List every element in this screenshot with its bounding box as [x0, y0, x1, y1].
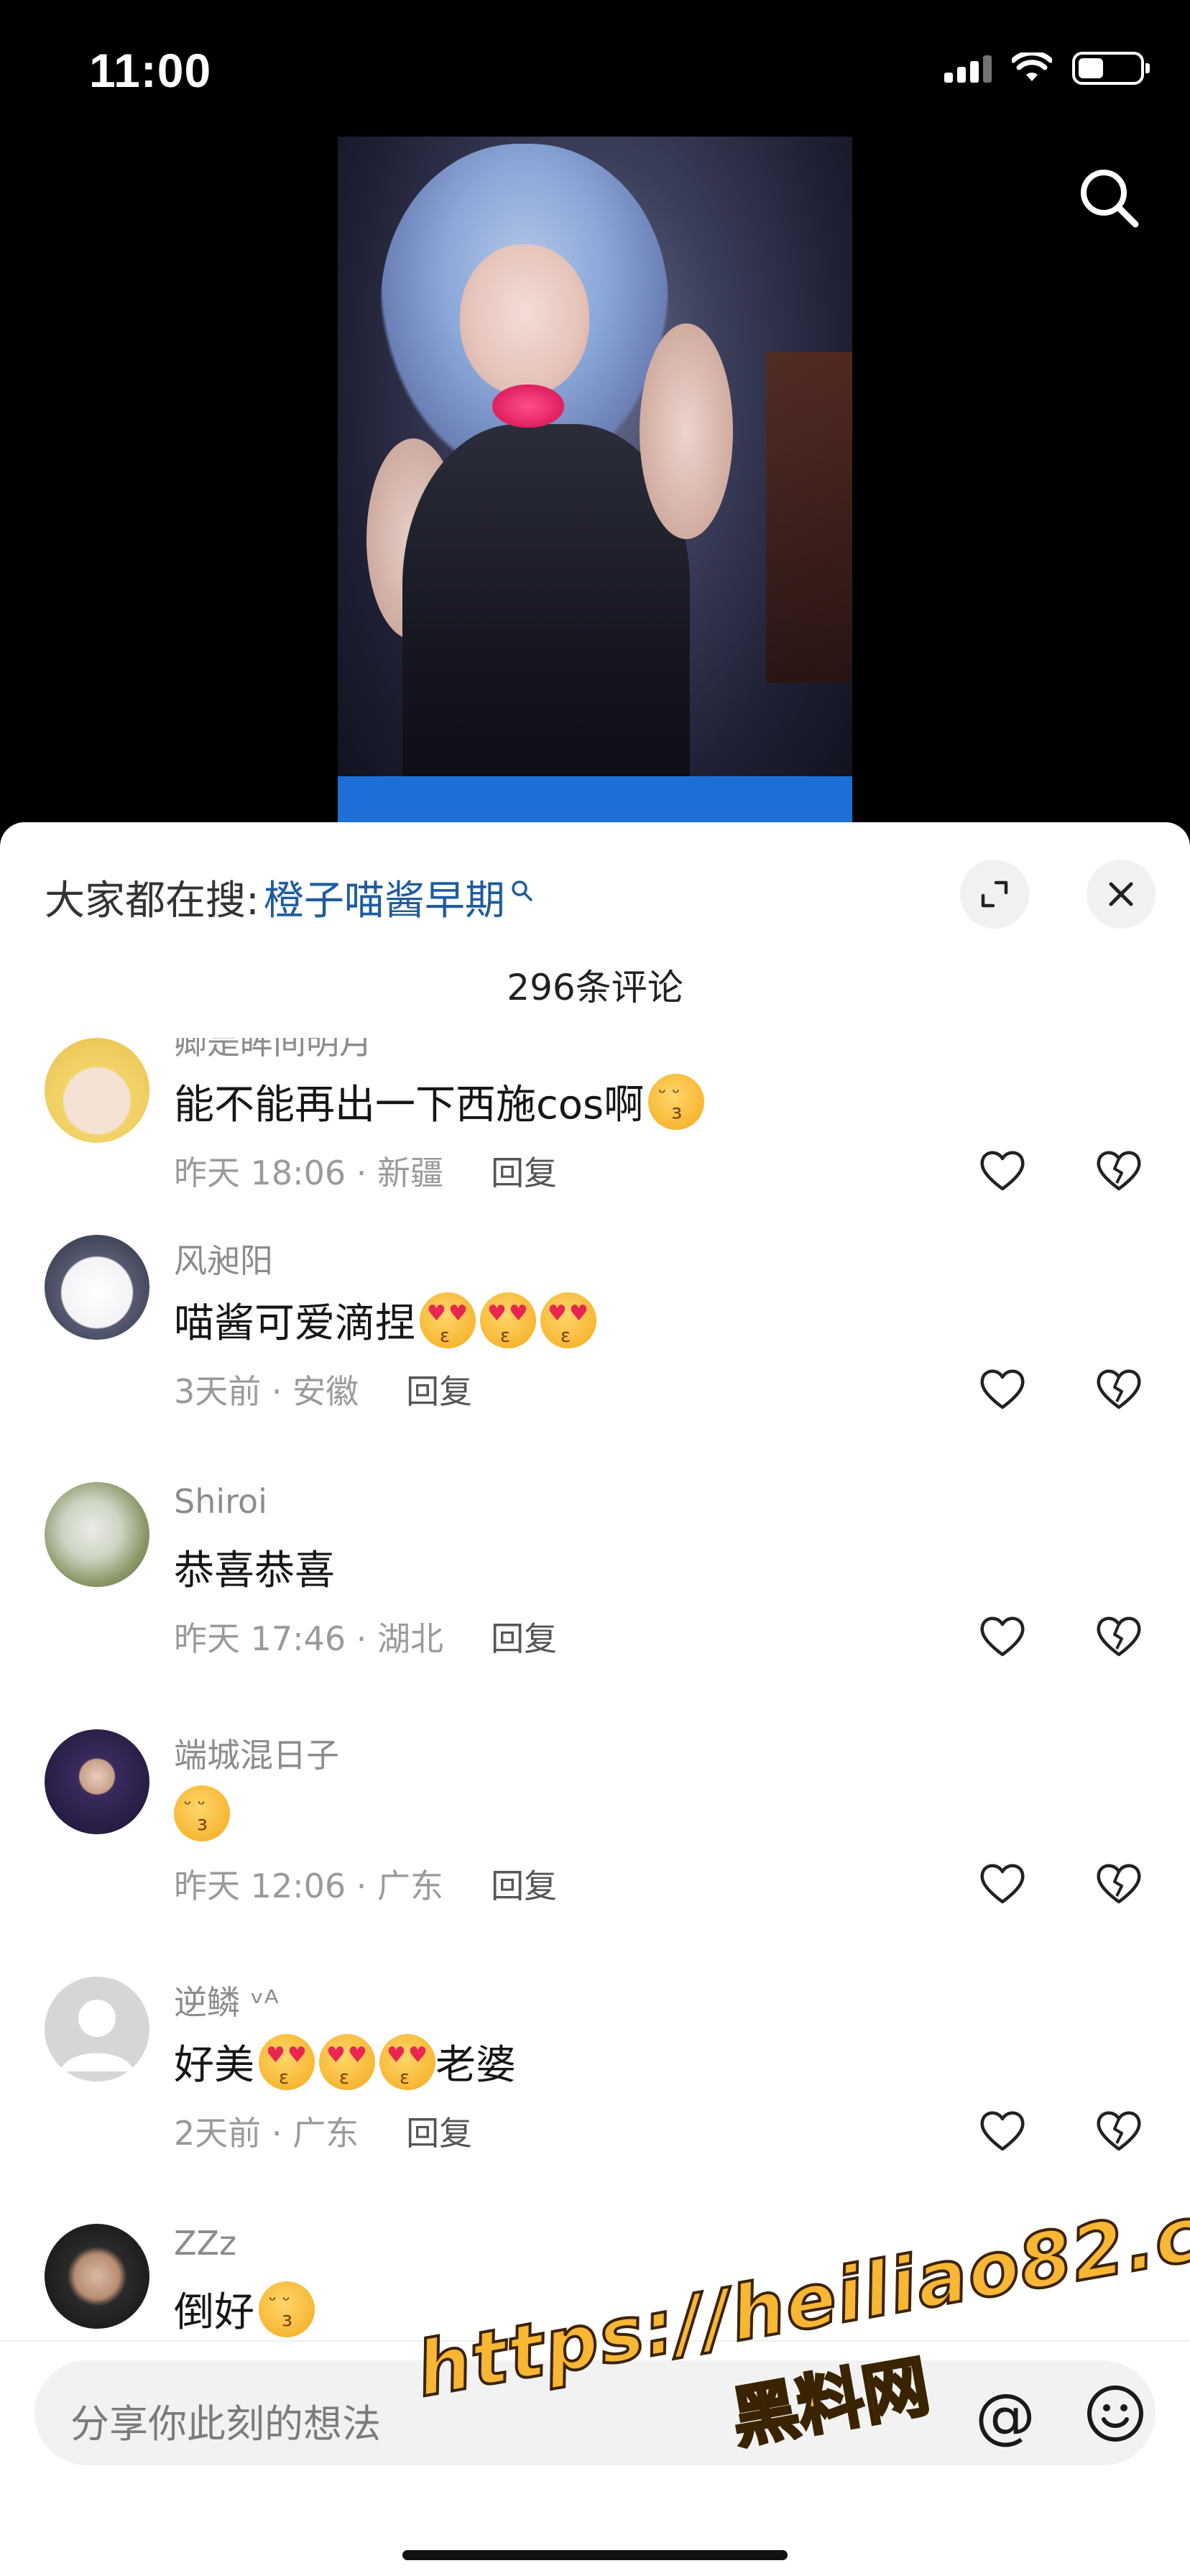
comment-input-bar: 分享你此刻的想法 @ [0, 2340, 1190, 2576]
avatar[interactable] [45, 1729, 149, 1834]
default-user-icon [60, 2000, 134, 2071]
heart-eyes-emoji-icon: ɛ [319, 2033, 375, 2090]
status-bar: 11:00 [0, 0, 1190, 137]
video-figure-arm [640, 323, 733, 539]
heart-eyes-emoji-icon: ɛ [379, 2033, 435, 2090]
comment-text-content: 喵酱可爱滴捏 [174, 1300, 415, 1347]
search-icon [512, 880, 532, 901]
comment-username[interactable]: Shiroi [174, 1482, 267, 1521]
comment-username[interactable]: 风昶阳 [174, 1235, 273, 1282]
like-heart-icon[interactable] [979, 1862, 1026, 1905]
trending-term[interactable]: 橙子喵酱早期 [264, 868, 505, 926]
home-indicator [402, 2550, 788, 2560]
comment-username[interactable]: ZZz [174, 2224, 236, 2263]
comment-item: 逆鳞 ᵛᴬ 好美 ɛ ɛ ɛ 老婆 2天前 · 广东 回复 [0, 1977, 1190, 2224]
expand-icon [981, 880, 1008, 908]
avatar[interactable] [45, 1038, 149, 1143]
kiss-emoji-icon [648, 1073, 705, 1130]
heart-eyes-emoji-icon: ɛ [420, 1292, 476, 1348]
comment-text: 能不能再出一下西施cos啊 [174, 1072, 705, 1131]
like-heart-icon[interactable] [979, 1149, 1026, 1192]
comment-time-location: 昨天 12:06 · 广东 [174, 1867, 444, 1905]
kiss-emoji-icon [259, 2281, 315, 2337]
reply-button[interactable]: 回复 [406, 1366, 472, 1413]
avatar[interactable] [45, 2224, 149, 2329]
comment-time-location: 昨天 17:46 · 湖北 [174, 1619, 444, 1658]
comment-time-location: 昨天 18:06 · 新疆 [174, 1154, 444, 1192]
emoji-picker-icon[interactable] [1085, 2383, 1145, 2444]
comment-username[interactable]: 逆鳞 ᵛᴬ [174, 1977, 279, 2024]
comment-text-content: 老婆 [435, 2042, 516, 2089]
mention-button[interactable]: @ [973, 2380, 1038, 2451]
like-heart-icon[interactable] [979, 1614, 1026, 1657]
signal-icon [944, 54, 992, 83]
comment-text-content: 好美 [174, 2042, 254, 2089]
comment-text [174, 1785, 230, 1841]
dislike-broken-heart-icon[interactable] [1095, 1149, 1143, 1192]
close-icon [1109, 882, 1133, 906]
reply-button[interactable]: 回复 [491, 1860, 557, 1908]
reply-button[interactable]: 回复 [491, 1147, 557, 1195]
comment-text: 倒好 [174, 2280, 315, 2338]
like-heart-icon[interactable] [979, 2109, 1026, 2152]
comment-item: 端城混日子 昨天 12:06 · 广东 回复 [0, 1729, 1190, 1977]
dislike-broken-heart-icon[interactable] [1095, 1614, 1143, 1657]
comment-count: 296条评论 [507, 967, 683, 1008]
comment-meta: 3天前 · 安徽 回复 [174, 1366, 472, 1413]
reply-button[interactable]: 回复 [406, 2107, 472, 2155]
comment-meta: 2天前 · 广东 回复 [174, 2107, 472, 2155]
comment-time-location: 3天前 · 安徽 [174, 1372, 359, 1411]
avatar[interactable] [45, 1977, 149, 2082]
comment-item: Shiroi 恭喜恭喜 昨天 17:46 · 湖北 回复 [0, 1482, 1190, 1729]
comment-text-content: 倒好 [174, 2289, 254, 2336]
comment-meta: 昨天 12:06 · 广东 回复 [174, 1860, 557, 1908]
battery-icon [1072, 52, 1150, 85]
comment-input[interactable]: 分享你此刻的想法 @ [34, 2360, 1156, 2465]
comment-list[interactable]: 卿是眸间明月 能不能再出一下西施cos啊 昨天 18:06 · 新疆 回复 风昶… [0, 1038, 1190, 2447]
comment-text: 恭喜恭喜 [174, 1538, 335, 1596]
comment-text: 好美 ɛ ɛ ɛ 老婆 [174, 2033, 516, 2091]
dislike-broken-heart-icon[interactable] [1095, 2109, 1143, 2152]
comment-item: 卿是眸间明月 能不能再出一下西施cos啊 昨天 18:06 · 新疆 回复 [0, 1038, 1190, 1235]
close-button[interactable] [1087, 860, 1156, 929]
comment-meta: 昨天 18:06 · 新疆 回复 [174, 1147, 557, 1195]
reply-button[interactable]: 回复 [491, 1613, 557, 1660]
comment-username[interactable]: 端城混日子 [174, 1729, 339, 1777]
video-figure-face [460, 244, 589, 395]
dislike-broken-heart-icon[interactable] [1095, 1862, 1143, 1905]
video-background-table [338, 776, 852, 827]
trending-label: 大家都在搜: [45, 878, 259, 924]
kiss-emoji-icon [174, 1785, 230, 1841]
comment-username[interactable]: 卿是眸间明月 [174, 1038, 372, 1064]
comment-meta: 昨天 17:46 · 湖北 回复 [174, 1613, 557, 1660]
heart-eyes-emoji-icon: ɛ [480, 1292, 536, 1348]
heart-eyes-emoji-icon: ɛ [259, 2033, 315, 2090]
search-icon[interactable] [1076, 165, 1141, 230]
video-background-machine [766, 352, 852, 683]
comment-text-content: 恭喜恭喜 [174, 1547, 335, 1594]
expand-button[interactable] [960, 860, 1029, 929]
comment-item: 风昶阳 喵酱可爱滴捏 ɛ ɛ ɛ 3天前 · 安徽 回复 [0, 1235, 1190, 1482]
comment-text-content: 能不能再出一下西施cos啊 [174, 1082, 645, 1128]
avatar[interactable] [45, 1482, 149, 1587]
status-time: 11:00 [89, 44, 212, 97]
comment-sheet-header: 大家都在搜: 橙子喵酱早期 296条评论 [0, 822, 1190, 1038]
status-icons [944, 52, 1150, 85]
video-figure-bow [492, 385, 564, 428]
video-player[interactable] [338, 137, 852, 827]
comment-input-placeholder: 分享你此刻的想法 [70, 2401, 381, 2447]
wifi-icon [1012, 52, 1052, 81]
heart-eyes-emoji-icon: ɛ [540, 1292, 596, 1348]
trending-search[interactable]: 大家都在搜: 橙子喵酱早期 [45, 868, 534, 926]
comment-sheet: 大家都在搜: 橙子喵酱早期 296条评论 卿是眸间明月 能不能再出一下西施cos… [0, 822, 1190, 2576]
dislike-broken-heart-icon[interactable] [1095, 1367, 1143, 1410]
avatar[interactable] [45, 1235, 149, 1340]
comment-text: 喵酱可爱滴捏 ɛ ɛ ɛ [174, 1291, 596, 1349]
comment-time-location: 2天前 · 广东 [174, 2114, 359, 2153]
like-heart-icon[interactable] [979, 1367, 1026, 1410]
